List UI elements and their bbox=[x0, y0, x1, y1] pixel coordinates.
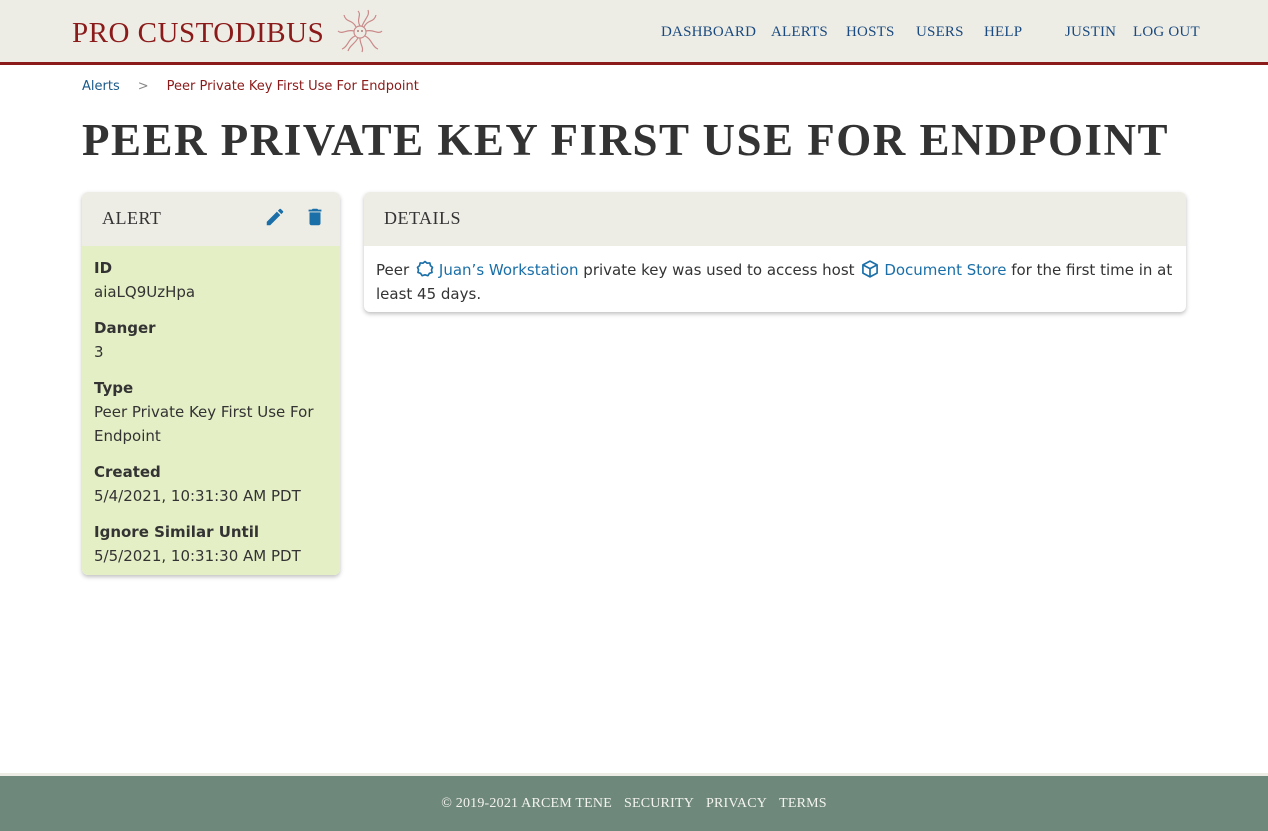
footer-copyright: © 2019-2021 ARCEM TENE bbox=[441, 795, 612, 811]
field-type: Type Peer Private Key First Use For Endp… bbox=[94, 376, 328, 448]
alert-details-list: ID aiaLQ9UzHpa Danger 3 Type Peer Privat… bbox=[82, 246, 340, 575]
details-text-prefix: Peer bbox=[376, 261, 410, 279]
pencil-icon bbox=[266, 208, 284, 226]
field-id: ID aiaLQ9UzHpa bbox=[94, 256, 328, 304]
field-label: Type bbox=[94, 379, 134, 397]
field-label: Danger bbox=[94, 319, 156, 337]
field-value: aiaLQ9UzHpa bbox=[94, 283, 196, 301]
details-description: Peer Juan’s Workstation private key was … bbox=[364, 246, 1186, 312]
details-card-header: DETAILS bbox=[364, 192, 1186, 246]
field-ignore-similar-until: Ignore Similar Until 5/5/2021, 10:31:30 … bbox=[94, 520, 328, 568]
nav-alerts[interactable]: ALERTS bbox=[771, 22, 828, 42]
alert-card-title: ALERT bbox=[102, 208, 162, 228]
field-created: Created 5/4/2021, 10:31:30 AM PDT bbox=[94, 460, 328, 508]
edit-alert-button[interactable] bbox=[264, 206, 286, 228]
footer: © 2019-2021 ARCEM TENE SECURITY PRIVACY … bbox=[0, 773, 1268, 831]
breadcrumb-separator: > bbox=[137, 79, 149, 94]
footer-privacy-link[interactable]: PRIVACY bbox=[706, 796, 767, 812]
nav-help[interactable]: HELP bbox=[984, 22, 1022, 42]
alert-card-header: ALERT bbox=[82, 192, 340, 246]
page-title: PEER PRIVATE KEY FIRST USE FOR ENDPOINT bbox=[82, 115, 1170, 165]
nav-hosts[interactable]: HOSTS bbox=[846, 22, 895, 42]
footer-terms-link[interactable]: TERMS bbox=[779, 796, 827, 812]
field-label: ID bbox=[94, 259, 113, 277]
field-value: 3 bbox=[94, 343, 104, 361]
details-text-middle: private key was used to access host bbox=[583, 261, 855, 279]
breadcrumb: Alerts > Peer Private Key First Use For … bbox=[82, 78, 419, 96]
top-bar: PRO CUSTODIBUS DASHBOARD ALERTS HOSTS US… bbox=[0, 0, 1268, 65]
nav-dashboard[interactable]: DASHBOARD bbox=[661, 22, 756, 42]
peer-endpoint-icon bbox=[416, 260, 434, 277]
peer-link-label: Juan’s Workstation bbox=[438, 261, 579, 279]
field-value: 5/5/2021, 10:31:30 AM PDT bbox=[94, 547, 301, 565]
peer-link[interactable]: Juan’s Workstation bbox=[414, 260, 579, 279]
host-link[interactable]: Document Store bbox=[859, 260, 1007, 279]
breadcrumb-current: Peer Private Key First Use For Endpoint bbox=[166, 79, 419, 94]
nav-users[interactable]: USERS bbox=[916, 22, 964, 42]
nav-log-out[interactable]: LOG OUT bbox=[1133, 22, 1200, 42]
field-label: Ignore Similar Until bbox=[94, 523, 260, 541]
host-link-label: Document Store bbox=[884, 261, 1007, 279]
trash-icon bbox=[308, 208, 322, 226]
breadcrumb-alerts-link[interactable]: Alerts bbox=[82, 78, 120, 96]
details-card-title: DETAILS bbox=[384, 208, 462, 228]
nav-user-account[interactable]: JUSTIN bbox=[1065, 22, 1116, 42]
field-value: 5/4/2021, 10:31:30 AM PDT bbox=[94, 487, 301, 505]
cube-host-icon bbox=[862, 260, 879, 278]
field-label: Created bbox=[94, 463, 161, 481]
footer-security-link[interactable]: SECURITY bbox=[624, 796, 694, 812]
details-card: DETAILS Peer Juan’s Workstation private … bbox=[364, 192, 1186, 312]
alert-card: ALERT ID aiaLQ9UzHpa Danger 3 Type Peer … bbox=[82, 192, 340, 575]
main-nav: DASHBOARD ALERTS HOSTS USERS HELP JUSTIN… bbox=[0, 22, 1268, 42]
field-danger: Danger 3 bbox=[94, 316, 328, 364]
field-value: Peer Private Key First Use For Endpoint bbox=[94, 403, 314, 445]
delete-alert-button[interactable] bbox=[304, 206, 326, 228]
